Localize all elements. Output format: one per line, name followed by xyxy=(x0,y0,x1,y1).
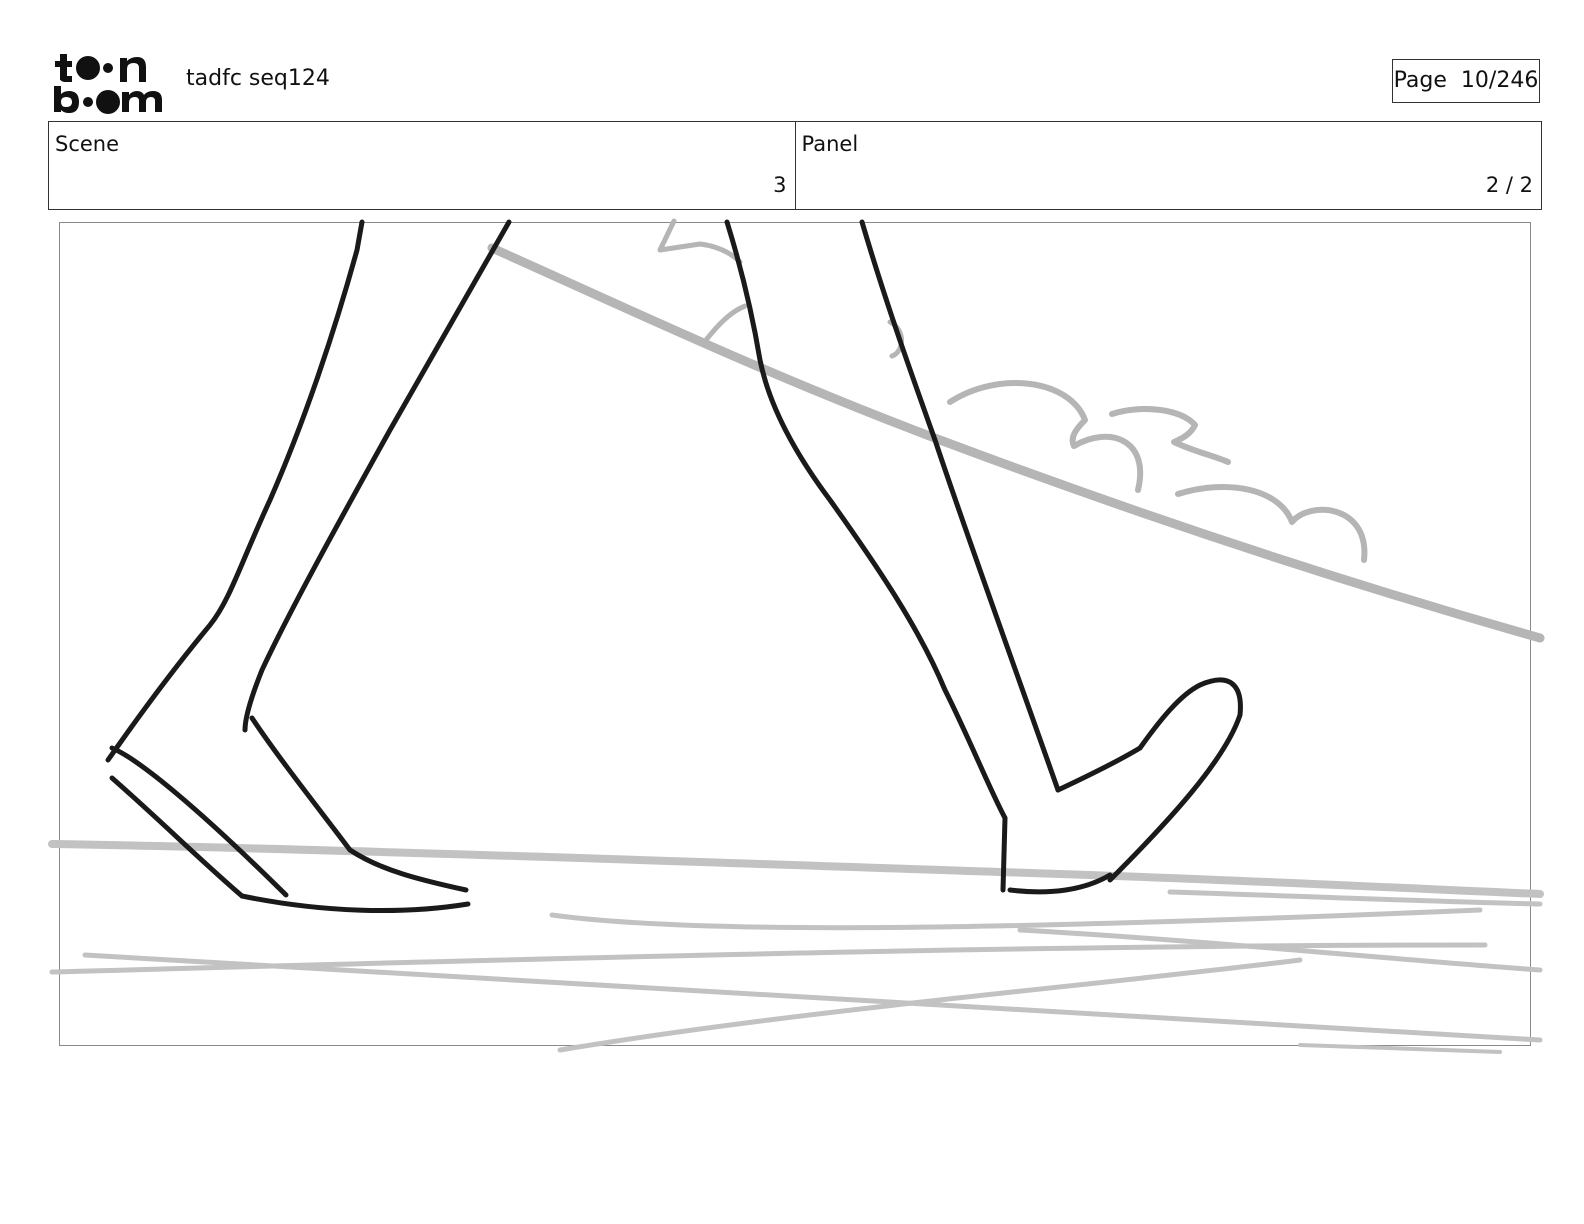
storyboard-sketch xyxy=(48,218,1545,1054)
background-sketch xyxy=(48,218,1545,1054)
